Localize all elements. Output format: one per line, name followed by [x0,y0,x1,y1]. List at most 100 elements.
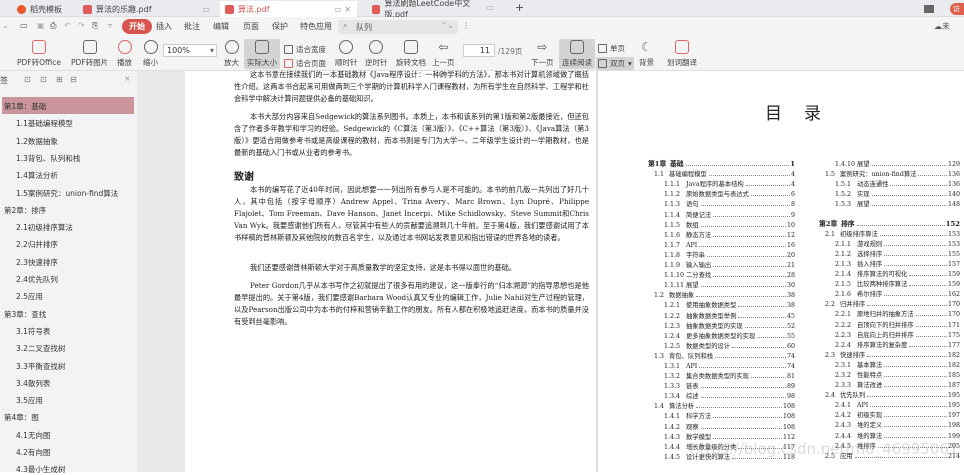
toc-entry[interactable]: 2.1.2 选择排序 155 [819,248,960,258]
toc-entry[interactable]: 1.4.2 观察 108 [648,420,795,431]
toc-entry[interactable]: 1.1.4 简便记法 9 [648,208,795,219]
sidebar-bookmark-item[interactable]: 第3章：查找 [4,309,46,320]
toc-entry[interactable]: 1.3.4 综述 98 [648,390,795,400]
sidebar-bookmark-item[interactable]: 1.1基础编程模型 [16,118,73,129]
sidebar-bookmark-item[interactable]: 2.3快速排序 [16,257,58,268]
toc-entry[interactable]: 1.3 背包、队列和栈 74 [648,350,795,360]
sidebar-bookmark-item[interactable]: 1.3背包、队列和栈 [16,153,80,164]
toc-entry[interactable]: 1.1.9 输入输出 21 [648,259,795,269]
sidebar-bookmark-item[interactable]: 第4章：图 [4,412,39,423]
toc-entry[interactable]: 1.1.7 API 16 [648,239,795,249]
toc-entry[interactable]: 2.3.3 算法改进 187 [819,379,960,389]
toc-entry[interactable]: 1.2.2 抽象数据类型举例 45 [648,309,795,320]
toc-entry[interactable]: 2.2.1 原地归并的抽象方法 170 [819,308,960,318]
pdf-to-office-button[interactable]: PDF转Office [14,39,64,69]
sidebar-bookmark-item[interactable]: 2.5应用 [16,291,43,302]
toc-entry[interactable]: 2.1 初级排序算法 153 [819,228,960,238]
sidebar-bookmark-item[interactable]: 1.2数据抽象 [16,136,58,147]
toc-entry[interactable]: 2.2.4 排序算法的复杂度 177 [819,339,960,349]
toc-entry[interactable]: 1.3.2 集合类数据类型的实现 81 [648,370,795,380]
toc-entry[interactable]: 1.1 基础编程模型 4 [648,168,795,178]
toc-entry[interactable]: 2.4 优先队列 195 [819,389,960,399]
prev-page-button[interactable]: ⇦ 上一页 [429,39,458,69]
tab-suanfa-lequ[interactable]: 算法的乐趣.pdf ▭ [78,1,216,17]
toc-entry[interactable]: 1.1.6 静态方法 12 [648,229,795,239]
toc-entry[interactable]: 2.2 归并排序 170 [819,298,960,308]
export-icon[interactable]: ⎘ [92,21,98,31]
toc-entry[interactable]: 1.2 数据抽象 38 [648,289,795,299]
toc-entry[interactable]: 1.2.1 使用抽象数据类型 38 [648,299,795,309]
more-icon[interactable]: ▿ [108,21,112,30]
add-bookmark-icon[interactable]: ⊞ [56,75,63,84]
continuous-read-button[interactable]: 连续阅读 [559,39,595,69]
toc-entry[interactable]: 2.2.2 自顶向下的归并排序 171 [819,318,960,329]
search-input[interactable]: ⌕ 队列 ⌃⌄ [338,20,458,34]
toc-entry[interactable]: 1.3.1 API 74 [648,360,795,370]
toc-entry[interactable]: 1.5.3 展望 148 [819,198,960,208]
screen-icon[interactable]: ▭ [486,3,494,12]
rotate-document-button[interactable]: 旋转文档 [393,39,429,69]
tab-suanfa[interactable]: 算法.pdf ▭ ✕ [220,1,357,17]
toc-entry[interactable]: 1.4.1 科学方法 108 [648,410,795,420]
redo-icon[interactable]: ↷ [78,21,85,30]
zoom-select[interactable]: 100% ▾ [163,44,217,57]
close-tab-icon[interactable]: ▭ ✕ [334,5,351,14]
tab-docer-templates[interactable]: 稻壳模板 [12,1,72,17]
cloud-icon[interactable]: ☁未 [934,21,950,32]
toc-entry[interactable]: 2.3 快速排序 182 [819,349,960,359]
new-tab-button[interactable]: + [515,1,524,14]
zoom-in-button[interactable]: 放大 [221,39,242,69]
sidebar-bookmark-item[interactable]: 3.1符号表 [16,326,50,337]
menu-insert[interactable]: 插入 [156,21,172,32]
menu-page[interactable]: 页面 [243,21,259,32]
toc-entry[interactable]: 1.3.3 链表 89 [648,380,795,390]
toc-entry[interactable]: 1.4 算法分析 108 [648,400,795,410]
save-icon[interactable]: ▣ [37,21,45,30]
rotate-ccw-button[interactable]: 逆时针 [362,39,391,69]
page-number-input[interactable]: 11 [463,44,495,57]
toc-entry[interactable]: 1.1.10 二分查找 28 [648,269,795,279]
sidebar-bookmark-item[interactable]: 第1章：基础 [4,101,46,112]
sidebar-bookmark-item[interactable]: 2.1初级排序算法 [16,222,73,233]
toc-entry[interactable]: 1.4.10 展望 129 [819,158,960,168]
sidebar-bookmark-item[interactable]: 2.4优先队列 [16,274,58,285]
fit-page-button[interactable]: 适合页面 [284,58,326,69]
print-icon[interactable]: ⎙ [50,21,56,31]
search-nav-icon[interactable]: ⌃⌄ [441,21,454,30]
toc-entry[interactable]: 2.4.2 初级实现 197 [819,409,960,419]
toc-entry[interactable]: 1.2.4 更多抽象数据类型的实现 55 [648,330,795,340]
toc-entry[interactable]: 1.1.8 字符串 20 [648,249,795,259]
toc-entry[interactable]: 第1章 基础 1 [648,158,795,168]
toc-entry[interactable]: 1.1.1 Java程序的基本结构 4 [648,178,795,188]
zoom-out-button[interactable]: 缩小 [140,39,161,69]
sidebar-bookmark-item[interactable]: 1.5案例研究：union-find算法 [16,188,118,199]
close-sidebar-button[interactable]: × [124,74,131,83]
toc-entry[interactable]: 第2章 排序 152 [819,217,960,228]
toc-entry[interactable]: 1.1.5 数组 10 [648,219,795,229]
toc-entry[interactable]: 1.5 案例研究：union-find算法 136 [819,168,960,178]
toc-entry[interactable]: 2.4.3 堆的定义 198 [819,419,960,429]
menu-features[interactable]: 特色应用 [300,21,332,32]
background-button[interactable]: ☾ 背景 [636,39,657,69]
toc-entry[interactable]: 2.4.4 堆的算法 199 [819,429,960,440]
menu-start[interactable]: 开始 [122,19,152,34]
toc-entry[interactable]: 1.2.5 数据类型的设计 60 [648,340,795,350]
toc-entry[interactable]: 2.1.1 游戏规则 153 [819,238,960,248]
window-icon[interactable] [924,5,934,13]
delete-bookmark-icon[interactable]: ⊟ [70,75,77,84]
sidebar-bookmark-item[interactable]: 4.2有向图 [16,447,50,458]
sidebar-bookmark-item[interactable]: 1.4算法分析 [16,170,58,181]
toc-entry[interactable]: 1.5.1 动态连通性 136 [819,178,960,188]
menu-protect[interactable]: 保护 [272,21,288,32]
undo-icon[interactable]: ↶ [64,21,71,30]
sidebar-bookmark-item[interactable]: 3.2二叉查找树 [16,343,65,354]
toc-entry[interactable]: 2.1.4 排序算法的可视化 159 [819,268,960,278]
account-button[interactable]: 访 [950,3,964,15]
play-button[interactable]: 播放 [114,39,135,69]
toc-entry[interactable]: 1.2.3 抽象数据类型的实现 52 [648,320,795,330]
menu-annotate[interactable]: 批注 [184,21,200,32]
expand-icon[interactable]: ⊡ [24,75,31,84]
more-vertical-icon[interactable]: ⋮ [462,21,470,30]
toc-entry[interactable]: 1.1.3 语句 8 [648,198,795,208]
toc-entry[interactable]: 1.1.11 展望 30 [648,279,795,289]
